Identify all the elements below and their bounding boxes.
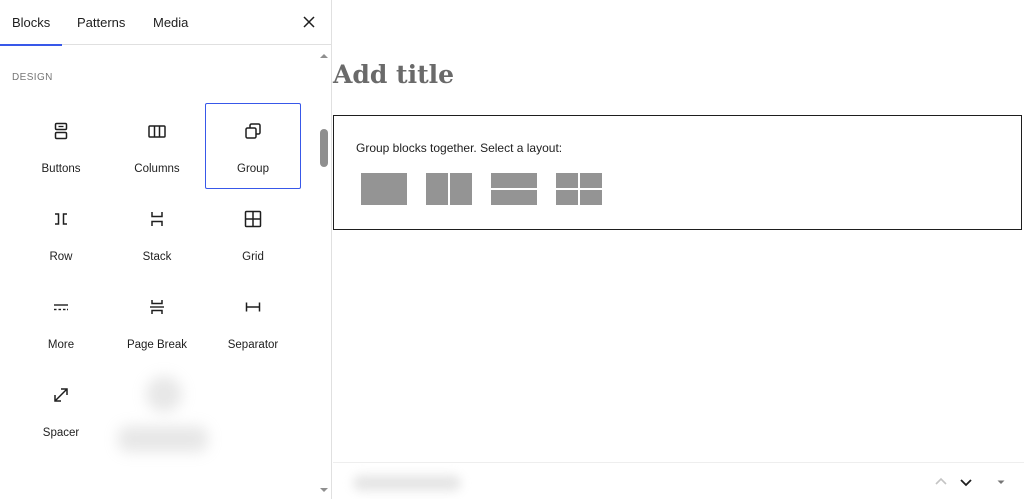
tab-patterns[interactable]: Patterns (77, 0, 125, 45)
block-label: Stack (142, 251, 172, 263)
group-instructions: Group blocks together. Select a layout: (356, 141, 563, 155)
block-spacer[interactable]: Spacer (13, 367, 109, 453)
row-icon (55, 213, 67, 225)
block-stack[interactable]: Stack (109, 191, 205, 277)
inserter-tabs: Blocks Patterns Media (0, 0, 332, 46)
separator-icon (245, 302, 261, 312)
group-icon (245, 123, 261, 139)
block-label: Buttons (41, 163, 81, 175)
scroll-up-arrow-icon (320, 54, 328, 58)
scroll-down-arrow-icon (320, 488, 328, 492)
block-separator[interactable]: Separator (205, 279, 301, 365)
chevron-up-icon (935, 477, 947, 485)
block-label: Page Break (126, 339, 188, 351)
block-label: Group (237, 163, 269, 175)
block-columns[interactable]: Columns (109, 103, 205, 189)
block-grid[interactable]: Grid (205, 191, 301, 277)
scroll-down-button[interactable] (318, 482, 330, 492)
block-row[interactable]: Row (13, 191, 109, 277)
block-label: Separator (227, 339, 279, 351)
category-heading: DESIGN (12, 72, 53, 83)
buttons-icon (54, 122, 68, 140)
close-button[interactable] (298, 11, 320, 33)
chevron-down-icon (960, 479, 972, 487)
blurred-block-placeholder (116, 372, 212, 468)
block-label: More (47, 339, 75, 351)
editor-canvas: Add title Group blocks together. Select … (333, 0, 1024, 499)
close-icon (303, 16, 315, 28)
block-buttons[interactable]: Buttons (13, 103, 109, 189)
block-label: Columns (134, 163, 180, 175)
more-icon (54, 304, 68, 311)
group-block-placeholder[interactable]: Group blocks together. Select a layout: (333, 115, 1022, 230)
layout-option-grid[interactable] (556, 173, 604, 205)
block-more[interactable]: More (13, 279, 109, 365)
layout-option-group[interactable] (361, 173, 409, 205)
grid-icon (244, 210, 262, 228)
page-break-icon (150, 300, 164, 314)
tab-media[interactable]: Media (153, 0, 188, 45)
block-page-break[interactable]: Page Break (109, 279, 205, 365)
block-label: Spacer (42, 427, 80, 439)
block-label: Grid (242, 251, 264, 263)
previous-button[interactable] (933, 474, 949, 490)
post-title-input[interactable]: Add title (333, 60, 454, 89)
block-label: Row (49, 251, 73, 263)
tab-blocks[interactable]: Blocks (0, 0, 62, 46)
spacer-icon (54, 388, 68, 402)
caret-down-icon (997, 480, 1005, 484)
layout-option-row[interactable] (426, 173, 474, 205)
options-dropdown-button[interactable] (993, 474, 1009, 490)
layout-option-stack[interactable] (491, 173, 539, 205)
editor-footer (333, 462, 1024, 499)
block-group[interactable]: Group (205, 103, 301, 189)
next-button[interactable] (958, 474, 974, 490)
columns-icon (148, 125, 166, 138)
blurred-breadcrumb (353, 475, 461, 491)
scroll-up-button[interactable] (318, 48, 330, 58)
stack-icon (151, 212, 163, 226)
block-inserter-panel: Blocks Patterns Media DESIGN Buttons Col… (0, 0, 332, 499)
scrollbar-thumb[interactable] (320, 129, 328, 167)
